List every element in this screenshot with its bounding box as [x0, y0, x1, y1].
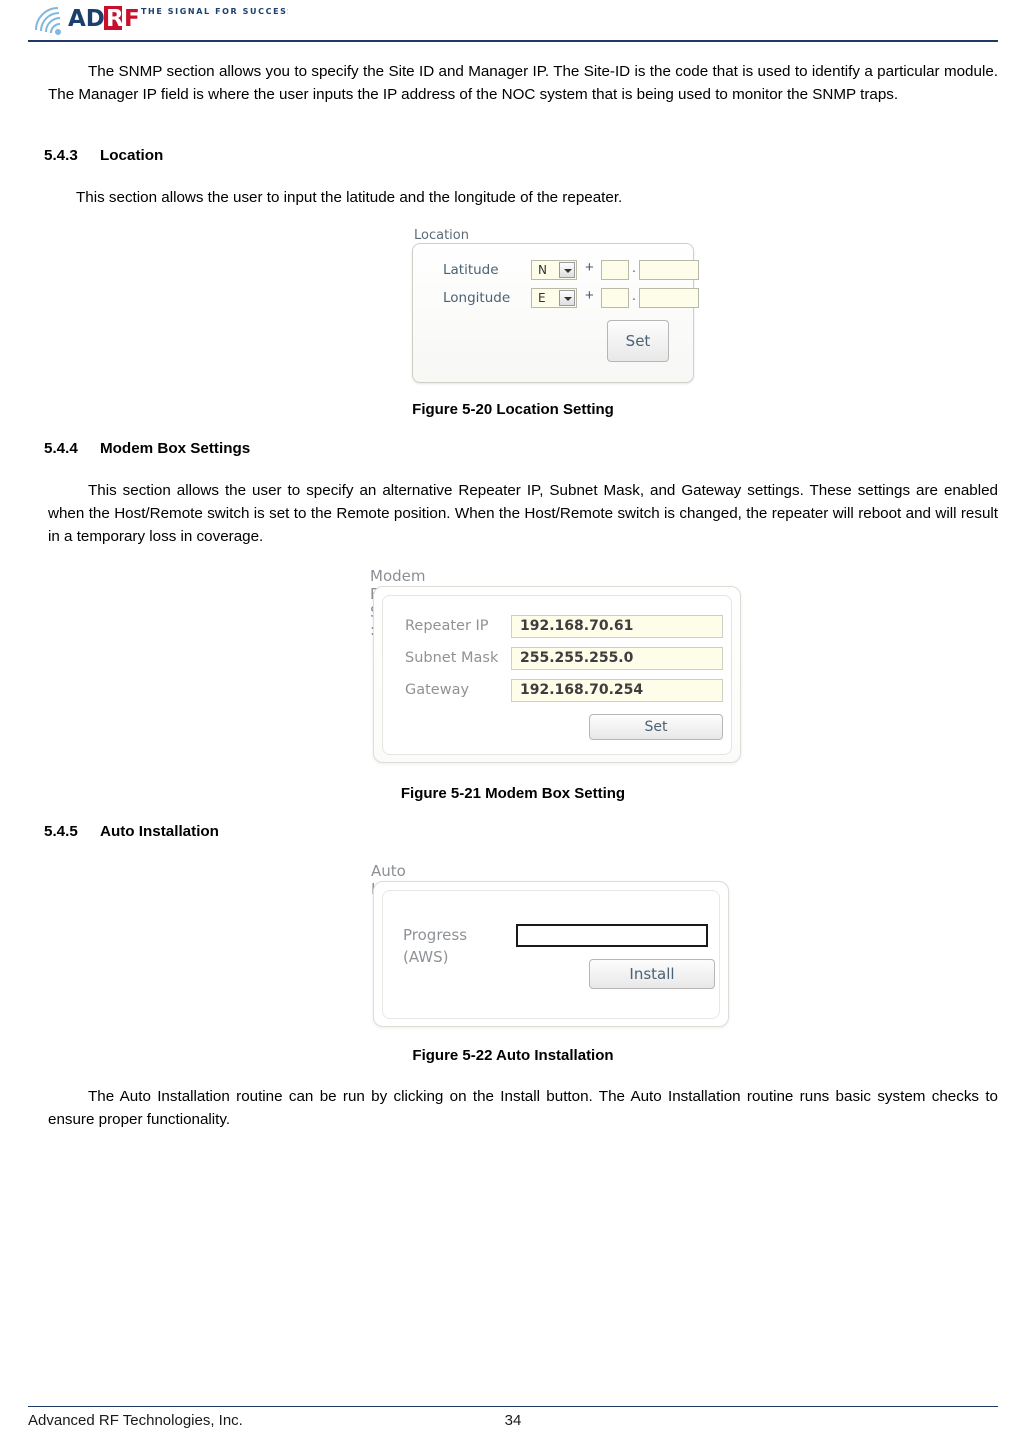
location-paragraph: This section allows the user to input th…: [76, 189, 623, 206]
longitude-degrees-input[interactable]: [601, 288, 629, 308]
progress-aws-label: (AWS): [403, 948, 449, 966]
subnet-mask-input[interactable]: 255.255.255.0: [511, 647, 723, 670]
modem-panel: Repeater IP 192.168.70.61 Subnet Mask 25…: [373, 586, 741, 763]
location-legend: Location: [411, 228, 472, 243]
longitude-hemisphere-value: E: [538, 291, 546, 305]
longitude-plus-sign: +: [585, 287, 594, 304]
longitude-hemisphere-select[interactable]: E: [531, 288, 577, 308]
footer-page-number: 34: [504, 1412, 522, 1429]
modem-panel-inner: Repeater IP 192.168.70.61 Subnet Mask 25…: [382, 595, 732, 755]
svg-text:R: R: [106, 6, 124, 32]
location-panel: Latitude N + . Longitude E + . Set: [412, 243, 699, 383]
gateway-value: 192.168.70.254: [520, 682, 644, 698]
gateway-input[interactable]: 192.168.70.254: [511, 679, 723, 702]
subnet-mask-label: Subnet Mask: [405, 650, 499, 666]
header-divider: [28, 40, 998, 42]
repeater-ip-label: Repeater IP: [405, 618, 489, 634]
adrf-logo-icon: AD F R THE SIGNAL FOR SUCCESS: [35, 6, 288, 35]
heading-5-4-4: 5.4.4 Modem Box Settings: [44, 440, 250, 457]
longitude-label: Longitude: [443, 290, 511, 306]
figure-caption-5-21: Figure 5-21 Modem Box Setting: [400, 785, 626, 802]
repeater-ip-value: 192.168.70.61: [520, 618, 634, 634]
adrf-logo: AD F R THE SIGNAL FOR SUCCESS: [28, 0, 288, 40]
heading-5-4-3-number: 5.4.3: [44, 147, 78, 164]
auto-panel-inner: Progress (AWS) Install: [382, 890, 720, 1019]
modem-paragraph: This section allows the user to specify …: [48, 482, 998, 545]
location-set-button[interactable]: Set: [607, 320, 669, 362]
repeater-ip-input[interactable]: 192.168.70.61: [511, 615, 723, 638]
heading-5-4-5-number: 5.4.5: [44, 823, 78, 840]
latitude-hemisphere-select[interactable]: N: [531, 260, 577, 280]
heading-5-4-3: 5.4.3 Location: [44, 147, 163, 164]
latitude-label: Latitude: [443, 262, 499, 278]
chevron-down-icon[interactable]: [559, 290, 575, 306]
progress-label: Progress: [403, 926, 468, 944]
figure-caption-5-20: Figure 5-20 Location Setting: [412, 401, 614, 418]
progress-bar: [516, 924, 708, 947]
latitude-degrees-input[interactable]: [601, 260, 629, 280]
footer-divider: [28, 1406, 998, 1407]
gateway-label: Gateway: [405, 682, 470, 698]
svg-text:THE SIGNAL FOR SUCCESS: THE SIGNAL FOR SUCCESS: [141, 7, 288, 16]
heading-5-4-5: 5.4.5 Auto Installation: [44, 823, 219, 840]
latitude-decimal-separator: .: [632, 259, 636, 275]
longitude-decimal-separator: .: [632, 287, 636, 303]
latitude-minutes-input[interactable]: [639, 260, 699, 280]
figure-caption-5-22: Figure 5-22 Auto Installation: [412, 1047, 614, 1064]
latitude-hemisphere-value: N: [538, 263, 547, 277]
auto-installation-paragraph: The Auto Installation routine can be run…: [48, 1088, 998, 1128]
modem-set-button[interactable]: Set: [589, 714, 723, 740]
longitude-minutes-input[interactable]: [639, 288, 699, 308]
chevron-down-icon[interactable]: [559, 262, 575, 278]
heading-5-4-4-number: 5.4.4: [44, 440, 78, 457]
heading-5-4-5-title: Auto Installation: [100, 823, 219, 840]
auto-panel: Progress (AWS) Install: [373, 881, 729, 1027]
subnet-mask-value: 255.255.255.0: [520, 650, 634, 666]
page-header: AD F R THE SIGNAL FOR SUCCESS: [0, 0, 1026, 44]
latitude-plus-sign: +: [585, 259, 594, 276]
svg-text:F: F: [124, 6, 140, 32]
document-page: AD F R THE SIGNAL FOR SUCCESS The SNMP s…: [0, 0, 1026, 1456]
install-button[interactable]: Install: [589, 959, 715, 989]
intro-paragraph: The SNMP section allows you to specify t…: [48, 63, 998, 103]
heading-5-4-3-title: Location: [100, 147, 164, 164]
heading-5-4-4-title: Modem Box Settings: [100, 440, 251, 457]
svg-text:AD: AD: [68, 6, 105, 32]
